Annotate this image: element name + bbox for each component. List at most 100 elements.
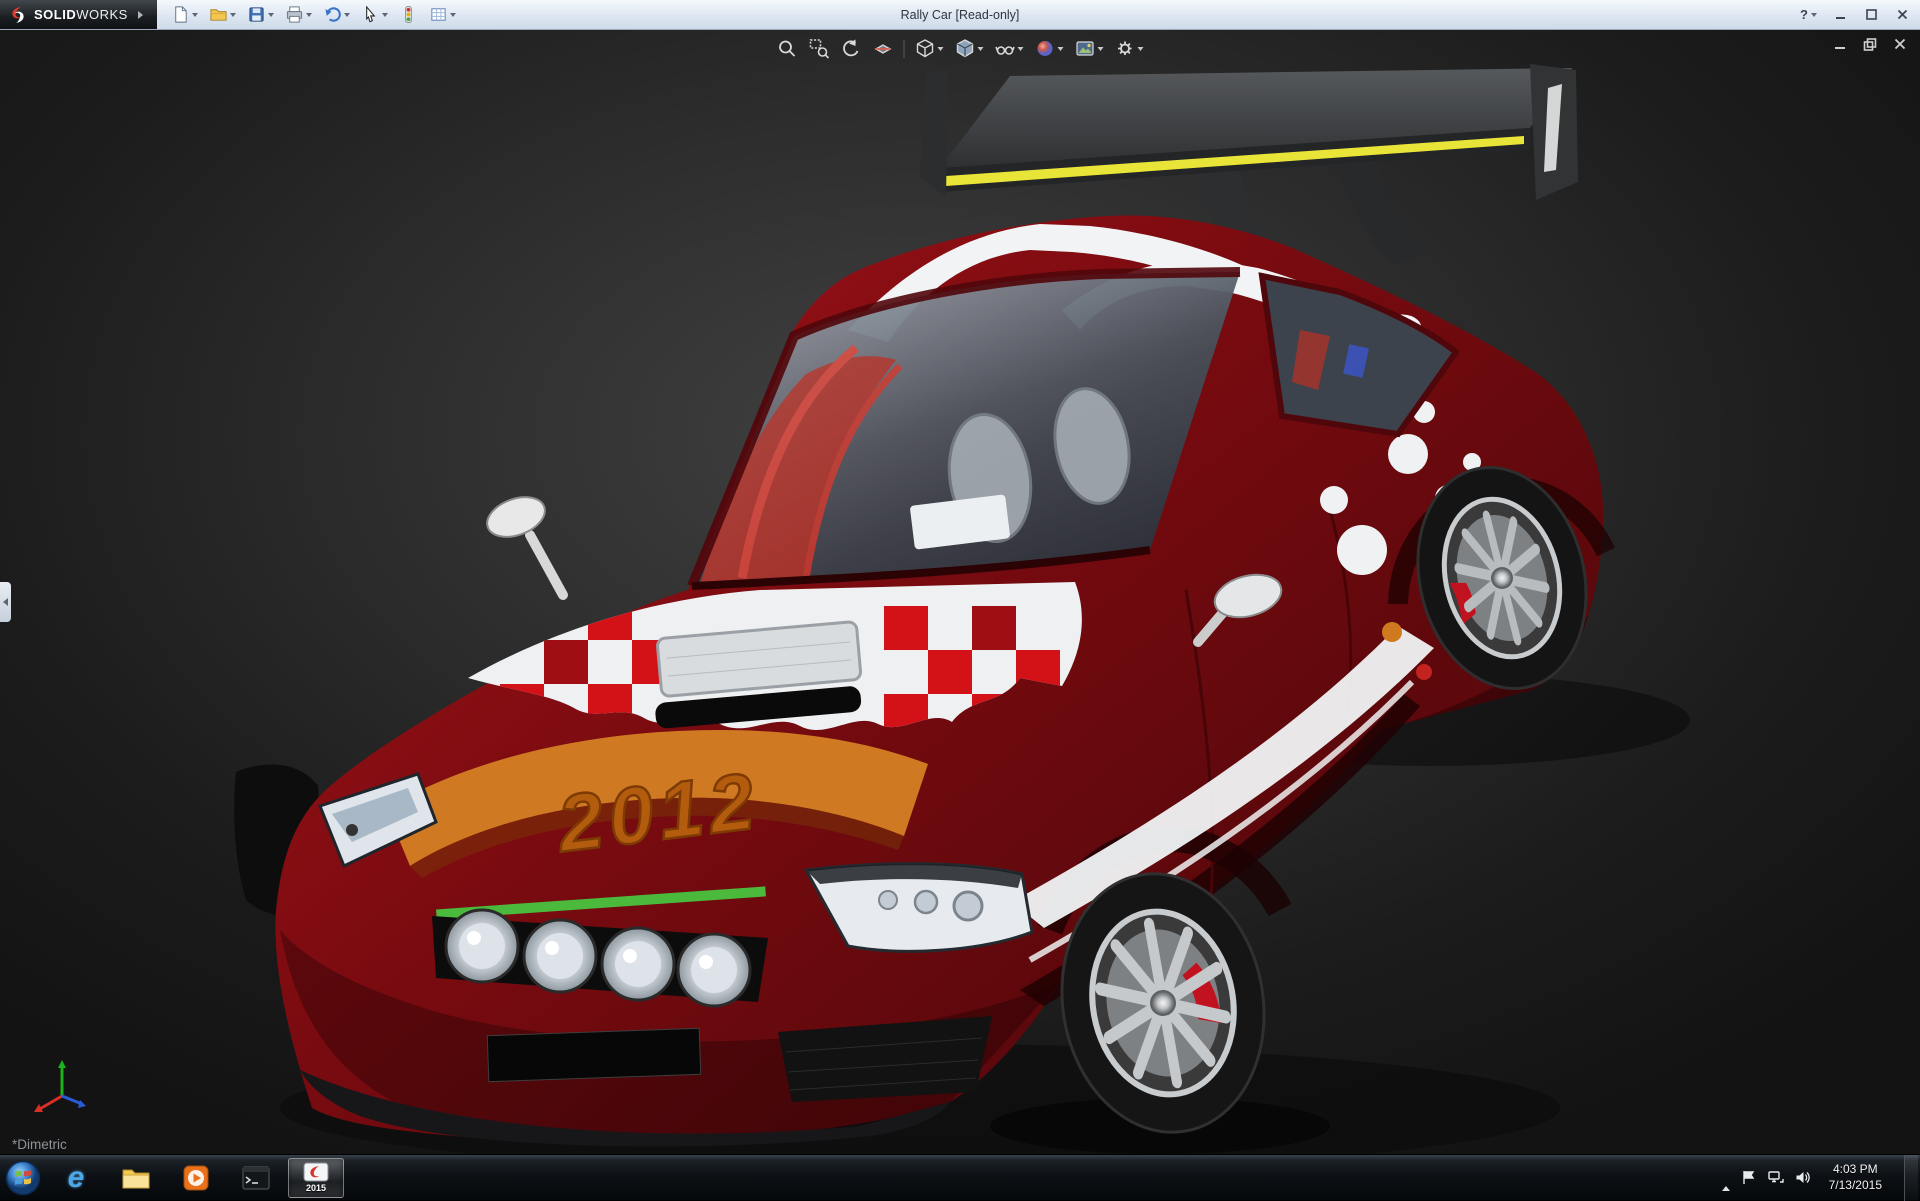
dropdown-caret-icon[interactable] <box>230 13 236 17</box>
dropdown-caret-icon[interactable] <box>344 13 350 17</box>
minimize-button[interactable] <box>1833 7 1848 22</box>
dropdown-caret-icon[interactable] <box>192 13 198 17</box>
zoom-to-fit-icon <box>777 38 798 59</box>
dropdown-caret-icon[interactable] <box>978 47 984 51</box>
doc-restore-button[interactable] <box>1862 36 1878 52</box>
chevron-up-icon <box>1722 1169 1730 1191</box>
solidworks-version-badge: 2015 <box>306 1183 326 1193</box>
zoom-to-area-icon <box>809 38 830 59</box>
windows-start-icon <box>4 1159 42 1197</box>
dropdown-caret-icon[interactable] <box>1018 47 1024 51</box>
undo-icon <box>323 5 342 24</box>
display-style-button[interactable] <box>954 37 985 60</box>
heads-up-view-toolbar <box>768 35 1153 62</box>
save-icon <box>247 5 266 24</box>
action-center-button[interactable] <box>1740 1169 1757 1186</box>
hide-show-items-button[interactable] <box>994 37 1025 60</box>
system-tray: 4:03 PM 7/13/2015 <box>1722 1155 1920 1200</box>
window-title: Rally Car [Read-only] <box>901 8 1020 22</box>
volume-icon <box>1794 1169 1811 1186</box>
view-orientation-label: *Dimetric <box>12 1137 67 1152</box>
internet-explorer-icon: e <box>68 1163 85 1193</box>
new-document-button[interactable] <box>167 2 202 27</box>
clock-date: 7/13/2015 <box>1829 1178 1882 1194</box>
dropdown-caret-icon[interactable] <box>450 13 456 17</box>
license-plate <box>487 1028 700 1081</box>
dropdown-caret-icon[interactable] <box>1138 47 1144 51</box>
document-window-controls <box>1832 36 1908 52</box>
new-document-icon <box>171 5 190 24</box>
select-cursor-icon <box>361 5 380 24</box>
taskbar: e 2015 <box>0 1154 1920 1200</box>
display-style-icon <box>955 38 976 59</box>
taskbar-clock[interactable]: 4:03 PM 7/13/2015 <box>1821 1162 1890 1193</box>
solidworks-app-icon <box>303 1162 329 1182</box>
section-view-button[interactable] <box>872 37 895 60</box>
zoom-to-fit-button[interactable] <box>776 37 799 60</box>
taskbar-item-internet-explorer[interactable]: e <box>48 1158 104 1198</box>
apply-scene-icon <box>1075 38 1096 59</box>
doc-close-icon <box>1892 36 1908 52</box>
print-icon <box>285 5 304 24</box>
orientation-triad <box>26 1052 98 1124</box>
dropdown-caret-icon[interactable] <box>938 47 944 51</box>
media-player-icon <box>183 1165 209 1191</box>
taskbar-item-command-window[interactable] <box>228 1158 284 1198</box>
doc-restore-icon <box>1862 36 1878 52</box>
open-folder-icon <box>209 5 228 24</box>
dropdown-caret-icon[interactable] <box>306 13 312 17</box>
doc-close-button[interactable] <box>1892 36 1908 52</box>
dropdown-caret-icon[interactable] <box>1058 47 1064 51</box>
close-icon <box>1895 7 1910 22</box>
folder-icon <box>121 1166 151 1190</box>
hide-show-glasses-icon <box>995 38 1016 59</box>
file-properties-button[interactable] <box>425 2 460 27</box>
taskbar-item-file-explorer[interactable] <box>108 1158 164 1198</box>
minimize-icon <box>1833 7 1848 22</box>
rebuild-traffic-light-icon <box>399 5 418 24</box>
volume-button[interactable] <box>1794 1169 1811 1186</box>
previous-view-button[interactable] <box>840 37 863 60</box>
close-button[interactable] <box>1895 7 1910 22</box>
previous-view-icon <box>841 38 862 59</box>
taskbar-item-solidworks-2015[interactable]: 2015 <box>288 1158 344 1198</box>
network-icon <box>1767 1169 1784 1186</box>
save-button[interactable] <box>243 2 278 27</box>
edit-appearance-button[interactable] <box>1034 37 1065 60</box>
dropdown-caret-icon[interactable] <box>1811 13 1817 17</box>
solidworks-logo-icon <box>8 5 28 25</box>
view-settings-button[interactable] <box>1114 37 1145 60</box>
show-hidden-icons-button[interactable] <box>1722 1169 1730 1187</box>
menu-expand-icon[interactable] <box>138 11 143 19</box>
section-view-icon <box>873 38 894 59</box>
titlebar: SOLIDWORKS <box>0 0 1920 30</box>
solidworks-logo-text: SOLIDWORKS <box>34 7 128 22</box>
maximize-button[interactable] <box>1864 7 1879 22</box>
view-orientation-button[interactable] <box>914 37 945 60</box>
maximize-icon <box>1864 7 1879 22</box>
taskbar-item-media-player[interactable] <box>168 1158 224 1198</box>
doc-minimize-button[interactable] <box>1832 36 1848 52</box>
undo-button[interactable] <box>319 2 354 27</box>
print-button[interactable] <box>281 2 316 27</box>
rally-car-model: 2012 <box>0 30 1920 1154</box>
network-button[interactable] <box>1767 1169 1784 1186</box>
command-window-icon <box>242 1166 270 1190</box>
help-button[interactable]: ? <box>1800 7 1817 22</box>
rebuild-button[interactable] <box>395 2 422 27</box>
apply-scene-button[interactable] <box>1074 37 1105 60</box>
select-button[interactable] <box>357 2 392 27</box>
show-desktop-button[interactable] <box>1904 1155 1918 1201</box>
graphics-area[interactable]: 2012 <box>0 30 1920 1154</box>
start-button[interactable] <box>0 1155 46 1201</box>
feature-manager-collapsed-tab[interactable] <box>0 582 11 622</box>
toolbar-divider <box>904 40 905 58</box>
zoom-to-area-button[interactable] <box>808 37 831 60</box>
clock-time: 4:03 PM <box>1829 1162 1882 1178</box>
dropdown-caret-icon[interactable] <box>382 13 388 17</box>
open-button[interactable] <box>205 2 240 27</box>
dropdown-caret-icon[interactable] <box>268 13 274 17</box>
view-orientation-cube-icon <box>915 38 936 59</box>
dropdown-caret-icon[interactable] <box>1098 47 1104 51</box>
edit-appearance-ball-icon <box>1035 38 1056 59</box>
